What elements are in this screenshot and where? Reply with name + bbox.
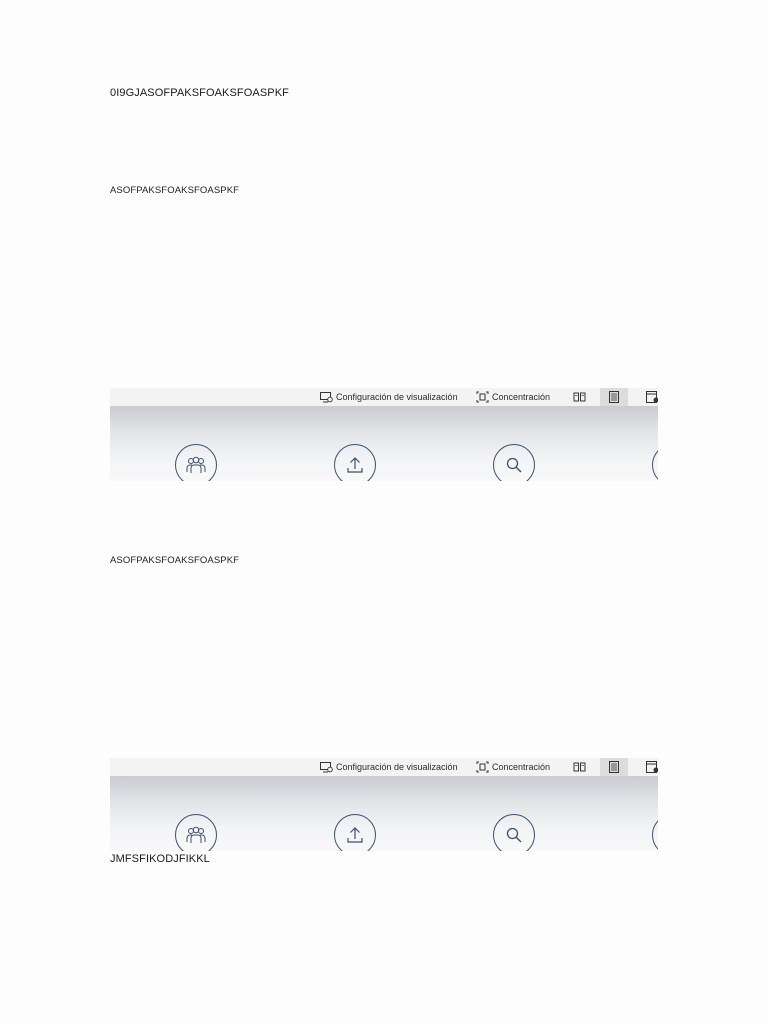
toolbar: Configuración de visualización Concentra… [110,388,658,407]
read-mode-button[interactable] [565,388,593,406]
print-layout-icon [609,391,619,403]
focus-button[interactable]: Concentración [476,388,550,406]
upload-icon [347,457,363,473]
web-layout-icon [645,391,658,403]
display-settings-button[interactable]: Configuración de visualización [320,758,458,776]
display-settings-label: Configuración de visualización [336,762,458,772]
read-mode-icon [573,392,585,402]
upload-button[interactable] [334,444,376,481]
action-panel [110,406,658,481]
action-panel [110,776,658,851]
web-layout-button[interactable] [638,758,658,776]
display-settings-icon [320,761,333,772]
display-settings-icon [320,391,333,402]
embedded-screenshot-2: Configuración de visualización Concentra… [110,758,658,851]
people-icon [186,826,206,843]
document-line-3: ASOFPAKSFOAKSFOASPKF [110,555,240,566]
focus-label: Concentración [492,392,551,402]
focus-icon [476,761,489,773]
print-layout-button[interactable] [600,388,628,406]
partial-circle-button[interactable] [652,814,658,851]
print-layout-icon [609,761,619,773]
partial-circle-button[interactable] [652,444,658,481]
people-button[interactable] [175,444,217,481]
focus-label: Concentración [492,762,551,772]
search-button[interactable] [493,814,535,851]
document-line-4: JMFSFIKODJFIKKL [110,853,210,865]
print-layout-button[interactable] [600,758,628,776]
display-settings-label: Configuración de visualización [336,392,458,402]
read-mode-button[interactable] [565,758,593,776]
upload-icon [347,827,363,843]
focus-icon [476,391,489,403]
embedded-screenshot-1: Configuración de visualización Concentra… [110,388,658,481]
display-settings-button[interactable]: Configuración de visualización [320,388,458,406]
people-icon [186,456,206,473]
people-button[interactable] [175,814,217,851]
toolbar: Configuración de visualización Concentra… [110,758,658,777]
focus-button[interactable]: Concentración [476,758,550,776]
search-icon [506,457,522,473]
search-icon [506,827,522,843]
web-layout-icon [645,761,658,773]
search-button[interactable] [493,444,535,481]
web-layout-button[interactable] [638,388,658,406]
read-mode-icon [573,762,585,772]
document-line-1: 0I9GJASOFPAKSFOAKSFOASPKF [110,87,289,99]
document-line-2: ASOFPAKSFOAKSFOASPKF [110,185,240,196]
upload-button[interactable] [334,814,376,851]
